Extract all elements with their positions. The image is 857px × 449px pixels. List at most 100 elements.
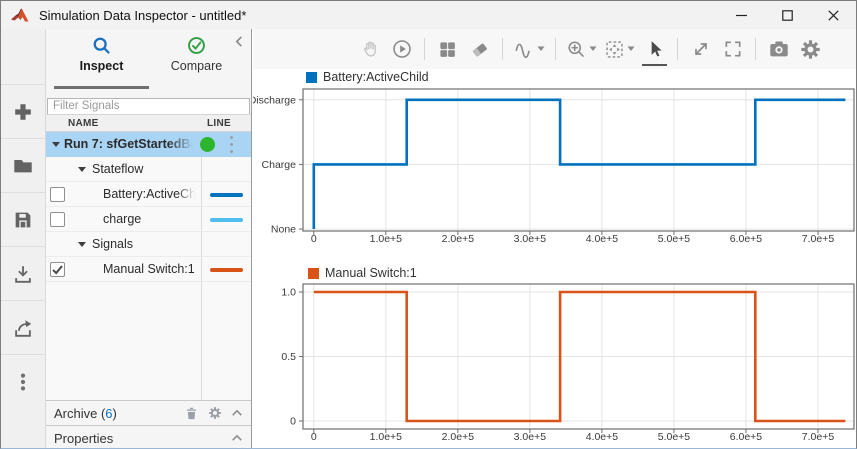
svg-text:6.0e+5: 6.0e+5	[730, 233, 763, 245]
run-menu-button[interactable]	[225, 136, 237, 153]
signal-tree: NAME LINE Run 7: sfGetStartedBa Stateflo…	[46, 114, 251, 400]
search-icon	[91, 35, 112, 56]
signal-row-manual-switch[interactable]: Manual Switch:1	[46, 257, 251, 282]
title-bar: Simulation Data Inspector - untitled*	[1, 1, 856, 29]
chevron-down-icon	[589, 46, 597, 52]
signal-row-charge[interactable]: charge	[46, 207, 251, 232]
settings-gear-icon	[800, 39, 821, 60]
plus-icon	[12, 101, 34, 123]
add-button[interactable]	[1, 84, 45, 138]
signal-checkbox[interactable]	[50, 212, 65, 227]
open-button[interactable]	[1, 138, 45, 192]
group-row-signals[interactable]: Signals	[46, 232, 251, 257]
tab-inspect[interactable]: Inspect	[54, 35, 149, 73]
close-button[interactable]	[810, 1, 856, 29]
group-row-stateflow[interactable]: Stateflow	[46, 157, 251, 182]
chevron-left-icon	[234, 35, 245, 48]
svg-text:2.0e+5: 2.0e+5	[442, 431, 475, 443]
signal-line-swatch	[210, 218, 243, 222]
svg-text:7.0e+5: 7.0e+5	[802, 431, 835, 443]
filter-signals-input[interactable]	[47, 98, 250, 115]
properties-label: Properties	[54, 431, 113, 446]
sidebar: Inspect Compare NAME LINE	[46, 29, 251, 448]
svg-text:1.0e+5: 1.0e+5	[370, 233, 403, 245]
collapse-group-icon[interactable]	[78, 242, 86, 247]
run-row[interactable]: Run 7: sfGetStartedBa	[46, 132, 251, 157]
pan-hand-icon[interactable]	[357, 37, 382, 62]
gear-icon[interactable]	[208, 406, 222, 420]
svg-text:7.0e+5: 7.0e+5	[802, 233, 835, 245]
maximize-button[interactable]	[764, 1, 810, 29]
svg-text:5.0e+5: 5.0e+5	[658, 233, 691, 245]
signal-checkbox[interactable]	[50, 262, 65, 277]
archive-section-header[interactable]: Archive (6)	[46, 400, 251, 425]
snapshot-button[interactable]	[766, 37, 791, 62]
svg-text:4.0e+5: 4.0e+5	[586, 431, 619, 443]
svg-text:3.0e+5: 3.0e+5	[514, 431, 547, 443]
svg-text:2.0e+5: 2.0e+5	[442, 233, 475, 245]
expand-plot-button[interactable]	[688, 37, 713, 62]
charts-canvas[interactable]: 0 1.0e+5 2.0e+5 3.0e+5 4.0e+5 5.0e+5 6.0e+5 7.0…	[253, 69, 857, 449]
folder-icon	[12, 155, 34, 177]
signal-line-swatch	[210, 268, 243, 272]
eraser-icon[interactable]	[467, 37, 492, 62]
settings-button[interactable]	[798, 37, 823, 62]
camera-icon	[768, 38, 790, 60]
svg-text:Discharge: Discharge	[253, 94, 296, 106]
window-controls	[718, 1, 856, 29]
left-toolbar	[1, 29, 46, 448]
more-options-button[interactable]	[1, 354, 45, 408]
archive-label: Archive (	[54, 406, 105, 421]
collapse-run-icon[interactable]	[52, 142, 60, 147]
zoom-in-icon	[566, 39, 587, 60]
svg-text:Charge: Charge	[262, 159, 297, 171]
toolbar-separator	[502, 38, 503, 60]
toolbar-separator	[677, 38, 678, 60]
sidebar-tabs: Inspect Compare	[46, 29, 251, 89]
import-button[interactable]	[1, 246, 45, 300]
run-status-dot	[200, 137, 215, 152]
minimize-button[interactable]	[718, 1, 764, 29]
collapse-panel-button[interactable]	[234, 35, 245, 53]
fullscreen-button[interactable]	[720, 37, 745, 62]
run-label: Run 7: sfGetStartedBa	[64, 137, 197, 151]
signal-wave-tool[interactable]	[513, 38, 545, 60]
chevron-down-icon	[627, 46, 635, 52]
signal-checkbox[interactable]	[50, 187, 65, 202]
column-name: NAME	[68, 118, 99, 129]
chevron-up-icon[interactable]	[231, 409, 243, 417]
layout-grid-icon[interactable]	[435, 37, 460, 62]
filter-signals-field	[47, 96, 250, 115]
toolbar-separator	[424, 38, 425, 60]
collapse-group-icon[interactable]	[78, 167, 86, 172]
group-label: Signals	[92, 237, 133, 251]
signal-wave-icon	[513, 38, 535, 60]
chevron-up-icon[interactable]	[231, 434, 243, 442]
signal-row-battery[interactable]: Battery:ActiveChild	[46, 182, 251, 207]
trash-icon[interactable]	[184, 406, 199, 421]
toolbar-separator	[755, 38, 756, 60]
check-circle-icon	[186, 35, 207, 56]
svg-text:0.5: 0.5	[281, 351, 296, 363]
tab-inspect-label: Inspect	[80, 59, 124, 73]
fit-to-view-tool[interactable]	[604, 39, 635, 60]
signal-line-swatch	[210, 193, 243, 197]
properties-section-header[interactable]: Properties	[46, 425, 251, 449]
zoom-tool[interactable]	[566, 39, 597, 60]
svg-text:0: 0	[311, 431, 317, 443]
toolbar-separator	[555, 38, 556, 60]
svg-text:1.0e+5: 1.0e+5	[370, 431, 403, 443]
expand-diagonal-icon	[691, 39, 711, 59]
svg-text:1.0: 1.0	[281, 286, 296, 298]
replay-icon[interactable]	[389, 37, 414, 62]
kebab-menu-icon	[12, 371, 34, 393]
matlab-logo-icon	[11, 7, 31, 24]
app-window: Simulation Data Inspector - untitled*	[0, 0, 857, 449]
svg-text:0: 0	[311, 233, 317, 245]
export-button[interactable]	[1, 300, 45, 354]
save-button[interactable]	[1, 192, 45, 246]
arrow-cursor-tool[interactable]	[642, 37, 667, 66]
tab-compare[interactable]: Compare	[149, 35, 244, 73]
archive-count: 6	[105, 406, 112, 421]
svg-text:None: None	[271, 223, 296, 235]
